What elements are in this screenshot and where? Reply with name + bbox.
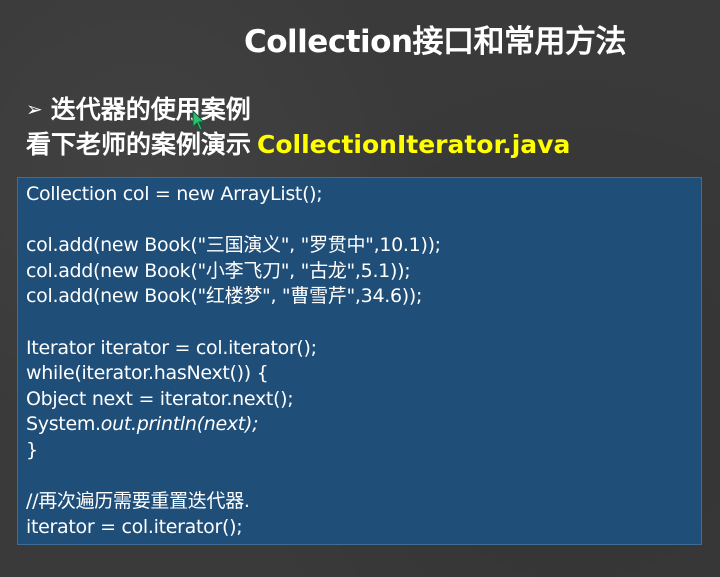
demo-line: 看下老师的案例演示 CollectionIterator.java — [26, 125, 570, 161]
code-line-7: Iterator iterator = col.iterator(); — [26, 336, 317, 359]
demo-prefix: 看下老师的案例演示 — [26, 130, 252, 159]
code-line-5: col.add(new Book("红楼梦", "曹雪芹",34.6)); — [26, 285, 423, 308]
subtitle-text: 迭代器的使用案例 — [50, 95, 251, 124]
code-block: Collection col = new ArrayList(); col.ad… — [17, 177, 702, 545]
code-line-10: System.out.println(next); — [26, 412, 441, 438]
code-line-11: } — [26, 438, 38, 461]
code-line-10-italic: out.println(next); — [100, 413, 259, 436]
code-line-14: iterator = col.iterator(); — [26, 515, 243, 538]
code-line-3: col.add(new Book("三国演义", "罗贯中",10.1)); — [26, 234, 441, 257]
code-line-10-prefix: System. — [26, 413, 101, 436]
slide-title: Collection接口和常用方法 — [244, 24, 627, 60]
code-line-1: Collection col = new ArrayList(); — [26, 183, 323, 205]
code-content: Collection col = new ArrayList(); col.ad… — [26, 182, 441, 540]
arrow-right-icon: ➢ — [26, 97, 43, 121]
code-line-13: //再次遍历需要重置迭代器. — [26, 490, 250, 513]
code-line-9: Object next = iterator.next(); — [26, 387, 294, 410]
presentation-slide: Collection接口和常用方法 ➢ 迭代器的使用案例 看下老师的案例演示 Col… — [0, 0, 720, 577]
code-line-8: while(iterator.hasNext()) { — [26, 362, 269, 385]
slide-subtitle: ➢ 迭代器的使用案例 — [26, 90, 251, 126]
code-line-4: col.add(new Book("小李飞刀", "古龙",5.1)); — [26, 259, 411, 282]
mouse-cursor-icon — [192, 110, 205, 131]
demo-file-name: CollectionIterator.java — [257, 130, 571, 159]
